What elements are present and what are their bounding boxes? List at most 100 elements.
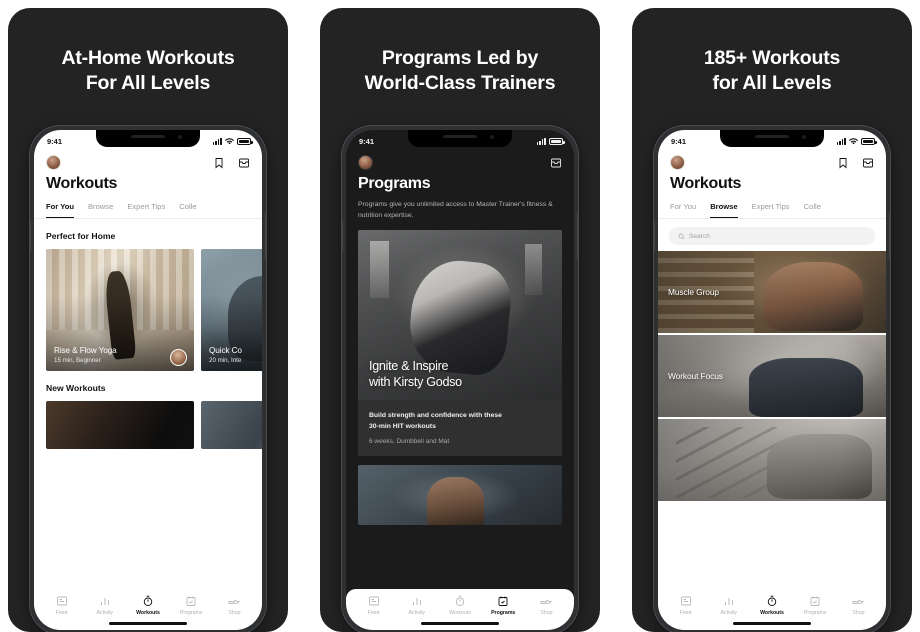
tabbar-item-workouts[interactable]: Workouts xyxy=(126,595,169,616)
program-card[interactable]: Ignite & Inspire with Kirsty Godso Build… xyxy=(358,230,562,457)
tabbar-item-shop[interactable]: Shop xyxy=(213,595,256,616)
category-tile[interactable]: Workout Focus xyxy=(658,335,886,419)
stopwatch-icon xyxy=(142,595,154,607)
workout-card[interactable] xyxy=(201,401,262,449)
category-label: Workout Focus xyxy=(668,371,723,381)
phone-mockup-1: 9:41 Workouts For You Browse Expert Tips… xyxy=(29,126,267,632)
tabbar-item-shop[interactable]: Shop xyxy=(837,595,880,616)
tabbar-label: Activity xyxy=(720,610,738,616)
notch xyxy=(96,130,200,147)
tabbar-item-programs[interactable]: Programs xyxy=(794,595,837,616)
tabbar-item-workouts[interactable]: Workouts xyxy=(438,595,481,616)
bookmark-icon[interactable] xyxy=(837,157,849,169)
program-card-next[interactable] xyxy=(358,465,562,526)
battery-icon xyxy=(861,137,877,145)
tabbar-label: Feed xyxy=(679,610,692,616)
workout-card[interactable] xyxy=(46,401,194,449)
content-3[interactable]: Muscle Group Workout Focus xyxy=(658,251,886,589)
program-meta: 6 weeks, Dumbbell and Mat xyxy=(369,438,450,446)
tabbar-item-programs[interactable]: Programs xyxy=(482,595,525,616)
tabbar-label: Programs xyxy=(491,610,516,616)
tabbar-label: Workouts xyxy=(760,610,784,616)
tab-expert-tips[interactable]: Expert Tips xyxy=(752,202,790,218)
category-tile[interactable]: Muscle Group xyxy=(658,251,886,335)
wifi-icon xyxy=(225,137,234,145)
tabbar-label: Shop xyxy=(852,610,865,616)
tab-for-you[interactable]: For You xyxy=(46,202,74,218)
content-2[interactable]: Ignite & Inspire with Kirsty Godso Build… xyxy=(346,221,574,589)
notch xyxy=(720,130,824,147)
tab-collections[interactable]: Colle xyxy=(179,202,196,218)
tabbar-item-feed[interactable]: Feed xyxy=(352,595,395,616)
tab-strip-3: For You Browse Expert Tips Colle xyxy=(658,193,886,219)
tab-browse[interactable]: Browse xyxy=(710,202,739,218)
program-description: Build strength and confidence with these… xyxy=(369,412,502,431)
screenshot-card-3[interactable]: 185+ Workouts for All Levels 9:41 Workou… xyxy=(632,8,912,632)
tab-collections[interactable]: Colle xyxy=(804,202,821,218)
inbox-icon[interactable] xyxy=(238,157,250,169)
page-title-2: Programs xyxy=(358,175,431,192)
tabbar-item-feed[interactable]: Feed xyxy=(664,595,707,616)
calendar-icon xyxy=(185,595,197,607)
tab-expert-tips[interactable]: Expert Tips xyxy=(127,202,165,218)
tabbar-item-workouts[interactable]: Workouts xyxy=(750,595,793,616)
signal-icon xyxy=(836,137,846,145)
screenshot-card-2[interactable]: Programs Led by World-Class Trainers 9:4… xyxy=(320,8,600,632)
tabbar-label: Activity xyxy=(408,610,426,616)
tabbar-item-feed[interactable]: Feed xyxy=(40,595,83,616)
tabbar-label: Activity xyxy=(96,610,114,616)
tab-bar-2: Feed Activity Workouts Programs Shop xyxy=(346,589,574,619)
screenshot-card-1[interactable]: At-Home Workouts For All Levels 9:41 Wor… xyxy=(8,8,288,632)
bookmark-icon[interactable] xyxy=(213,157,225,169)
content-1[interactable]: Perfect for Home Rise & Flow Yoga 15 min… xyxy=(34,219,262,589)
avatar[interactable] xyxy=(46,155,61,170)
avatar[interactable] xyxy=(358,155,373,170)
tabbar-item-activity[interactable]: Activity xyxy=(395,595,438,616)
tab-browse[interactable]: Browse xyxy=(88,202,113,218)
page-title-3: Workouts xyxy=(670,175,742,192)
tabbar-label: Shop xyxy=(228,610,241,616)
program-body: Build strength and confidence with these… xyxy=(358,400,562,456)
section-title-perfect-for-home: Perfect for Home xyxy=(46,231,116,241)
feed-icon xyxy=(368,595,380,607)
stopwatch-icon xyxy=(454,595,466,607)
front-camera xyxy=(802,135,806,139)
stopwatch-icon xyxy=(766,595,778,607)
page-title-1: Workouts xyxy=(46,175,118,192)
inbox-icon[interactable] xyxy=(862,157,874,169)
app-bar-3 xyxy=(658,149,886,172)
workout-photo xyxy=(201,401,262,449)
tabbar-label: Programs xyxy=(803,610,827,616)
workout-card[interactable]: Rise & Flow Yoga 15 min, Beginner xyxy=(46,249,194,371)
phone-screen-2: 9:41 Programs Programs give you unlimite… xyxy=(346,130,574,630)
tabbar-item-programs[interactable]: Programs xyxy=(170,595,213,616)
wifi-icon xyxy=(849,137,858,145)
tabbar-item-shop[interactable]: Shop xyxy=(525,595,568,616)
status-time: 9:41 xyxy=(47,136,63,146)
signal-icon xyxy=(212,137,222,145)
phone-mockup-3: 9:41 Workouts For You Browse Expert Tips… xyxy=(653,126,891,632)
section-title-new-workouts: New Workouts xyxy=(46,383,106,393)
tabbar-label: Shop xyxy=(540,610,553,616)
search-input[interactable]: Search xyxy=(669,227,875,245)
activity-icon xyxy=(411,595,423,607)
card-row-new-workouts xyxy=(34,401,262,449)
tab-strip-1: For You Browse Expert Tips Colle xyxy=(34,193,262,219)
shoe-icon xyxy=(540,595,553,607)
tab-for-you[interactable]: For You xyxy=(670,202,696,218)
avatar[interactable] xyxy=(670,155,685,170)
workout-title: Rise & Flow Yoga xyxy=(54,346,117,355)
category-tile[interactable] xyxy=(658,419,886,503)
screenshot-headline-3: 185+ Workouts for All Levels xyxy=(703,47,841,94)
home-indicator xyxy=(34,619,262,630)
program-hero-title: Ignite & Inspire with Kirsty Godso xyxy=(369,358,462,389)
workout-title: Quick Co xyxy=(209,346,242,355)
status-time: 9:41 xyxy=(671,136,687,146)
status-time: 9:41 xyxy=(359,136,375,146)
tabbar-label: Workouts xyxy=(449,610,471,616)
workout-card[interactable]: Quick Co 20 min, Inte xyxy=(201,249,262,371)
tabbar-item-activity[interactable]: Activity xyxy=(707,595,750,616)
inbox-icon[interactable] xyxy=(550,157,562,169)
search-icon xyxy=(678,233,685,240)
tabbar-item-activity[interactable]: Activity xyxy=(83,595,126,616)
